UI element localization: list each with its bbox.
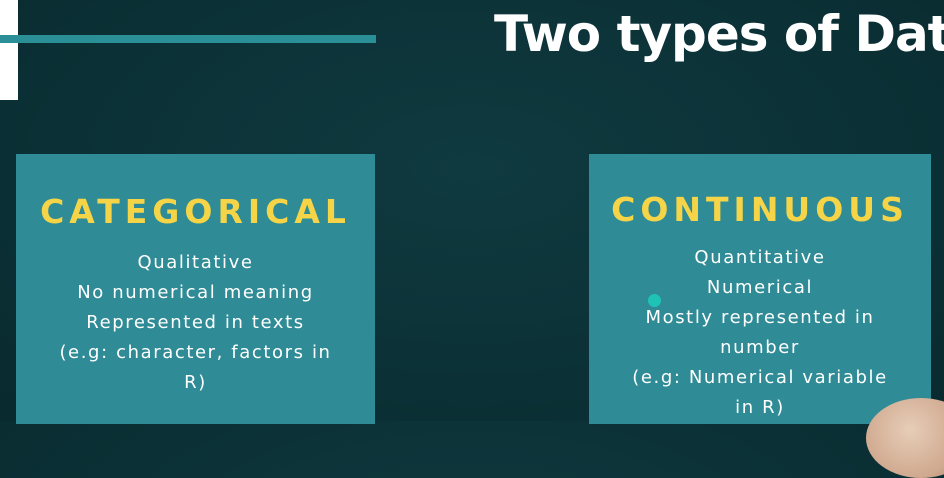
continuous-line: Numerical xyxy=(706,277,814,298)
categorical-heading: CATEGORICAL xyxy=(40,192,351,231)
title-accent-line xyxy=(0,35,376,43)
categorical-card: CATEGORICAL Qualitative No numerical mea… xyxy=(16,154,375,424)
continuous-line: number xyxy=(720,337,800,358)
categorical-line: (e.g: character, factors in xyxy=(59,342,332,363)
continuous-line: (e.g: Numerical variable xyxy=(632,367,888,388)
left-white-bar xyxy=(0,0,18,100)
continuous-card: CONTINUOUS Quantitative Numerical Mostly… xyxy=(589,154,931,424)
slide-title: Two types of Data xyxy=(494,5,944,63)
categorical-line: R) xyxy=(184,372,207,393)
categorical-description: Qualitative No numerical meaning Represe… xyxy=(16,248,375,398)
continuous-heading: CONTINUOUS xyxy=(611,190,909,229)
categorical-line: Qualitative xyxy=(137,252,254,273)
continuous-line: Mostly represented in xyxy=(645,307,875,328)
continuous-description: Quantitative Numerical Mostly represente… xyxy=(589,243,931,423)
categorical-line: No numerical meaning xyxy=(77,282,314,303)
categorical-line: Represented in texts xyxy=(86,312,305,333)
cursor-highlight-dot xyxy=(648,294,661,307)
continuous-line: Quantitative xyxy=(694,247,826,268)
